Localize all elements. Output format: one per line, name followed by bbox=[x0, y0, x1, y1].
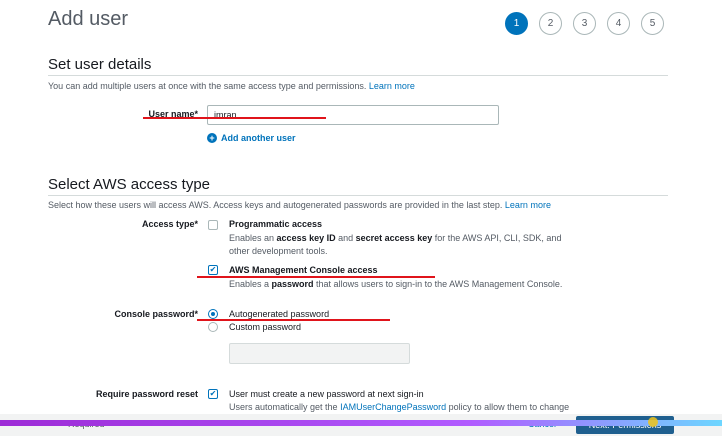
console-access-label: AWS Management Console access bbox=[229, 265, 378, 275]
add-another-user-button[interactable]: + Add another user bbox=[207, 133, 296, 143]
require-password-reset-label: Require password reset bbox=[95, 389, 198, 399]
step-1[interactable]: 1 bbox=[505, 12, 528, 35]
note-text: Users automatically get the bbox=[229, 402, 341, 412]
require-password-reset-text: User must create a new password at next … bbox=[229, 389, 424, 399]
access-type-label: Access type* bbox=[141, 219, 198, 229]
step-3[interactable]: 3 bbox=[573, 12, 596, 35]
cursor-highlight bbox=[648, 417, 658, 427]
add-another-user-label: Add another user bbox=[221, 133, 296, 143]
divider bbox=[48, 195, 668, 196]
desc-text: Enables an bbox=[229, 233, 277, 243]
console-access-description: Enables a password that allows users to … bbox=[229, 278, 562, 291]
learn-more-link[interactable]: Learn more bbox=[369, 81, 415, 91]
step-indicator: 1 2 3 4 5 bbox=[505, 12, 675, 35]
custom-password-label: Custom password bbox=[229, 322, 302, 332]
user-details-description: You can add multiple users at once with … bbox=[48, 81, 415, 91]
divider bbox=[48, 75, 668, 76]
video-progress-bar bbox=[0, 420, 722, 426]
section-title-user-details: Set user details bbox=[48, 56, 152, 73]
programmatic-access-label: Programmatic access bbox=[229, 219, 323, 229]
access-type-desc-text: Select how these users will access AWS. … bbox=[48, 200, 503, 210]
desc-bold: secret access key bbox=[355, 233, 433, 243]
learn-more-link[interactable]: Learn more bbox=[505, 200, 551, 210]
page-title: Add user bbox=[48, 8, 129, 30]
custom-password-field[interactable] bbox=[229, 343, 410, 364]
step-2[interactable]: 2 bbox=[539, 12, 562, 35]
add-user-page: Add user 1 2 3 4 5 Set user details You … bbox=[0, 0, 722, 436]
programmatic-access-checkbox[interactable] bbox=[208, 220, 218, 230]
autogenerated-password-label: Autogenerated password bbox=[229, 309, 330, 319]
checkmark-icon: ✔ bbox=[209, 265, 217, 274]
user-details-desc-text: You can add multiple users at once with … bbox=[48, 81, 367, 91]
desc-text: and bbox=[335, 233, 356, 243]
console-access-checkbox[interactable]: ✔ bbox=[208, 265, 218, 275]
plus-icon: + bbox=[207, 133, 217, 143]
desc-text: Enables a bbox=[229, 279, 272, 289]
autogenerated-password-radio[interactable] bbox=[208, 309, 218, 319]
console-password-label: Console password* bbox=[114, 309, 198, 319]
note-text: policy to allow them to change bbox=[446, 402, 570, 412]
custom-password-radio[interactable] bbox=[208, 322, 218, 332]
annotation-underline bbox=[143, 117, 326, 119]
step-5[interactable]: 5 bbox=[641, 12, 664, 35]
username-field[interactable]: imran bbox=[207, 105, 499, 125]
step-4[interactable]: 4 bbox=[607, 12, 630, 35]
programmatic-access-description: Enables an access key ID and secret acce… bbox=[229, 232, 574, 258]
desc-bold: access key ID bbox=[276, 233, 336, 243]
checkmark-icon: ✔ bbox=[209, 389, 217, 398]
require-password-reset-checkbox[interactable]: ✔ bbox=[208, 389, 218, 399]
access-type-description: Select how these users will access AWS. … bbox=[48, 200, 551, 210]
password-reset-note: Users automatically get the IAMUserChang… bbox=[229, 402, 569, 412]
desc-text: that allows users to sign-in to the AWS … bbox=[313, 279, 563, 289]
desc-bold: password bbox=[271, 279, 314, 289]
policy-link[interactable]: IAMUserChangePassword bbox=[340, 402, 446, 412]
section-title-access-type: Select AWS access type bbox=[48, 176, 211, 193]
annotation-underline bbox=[197, 319, 390, 321]
